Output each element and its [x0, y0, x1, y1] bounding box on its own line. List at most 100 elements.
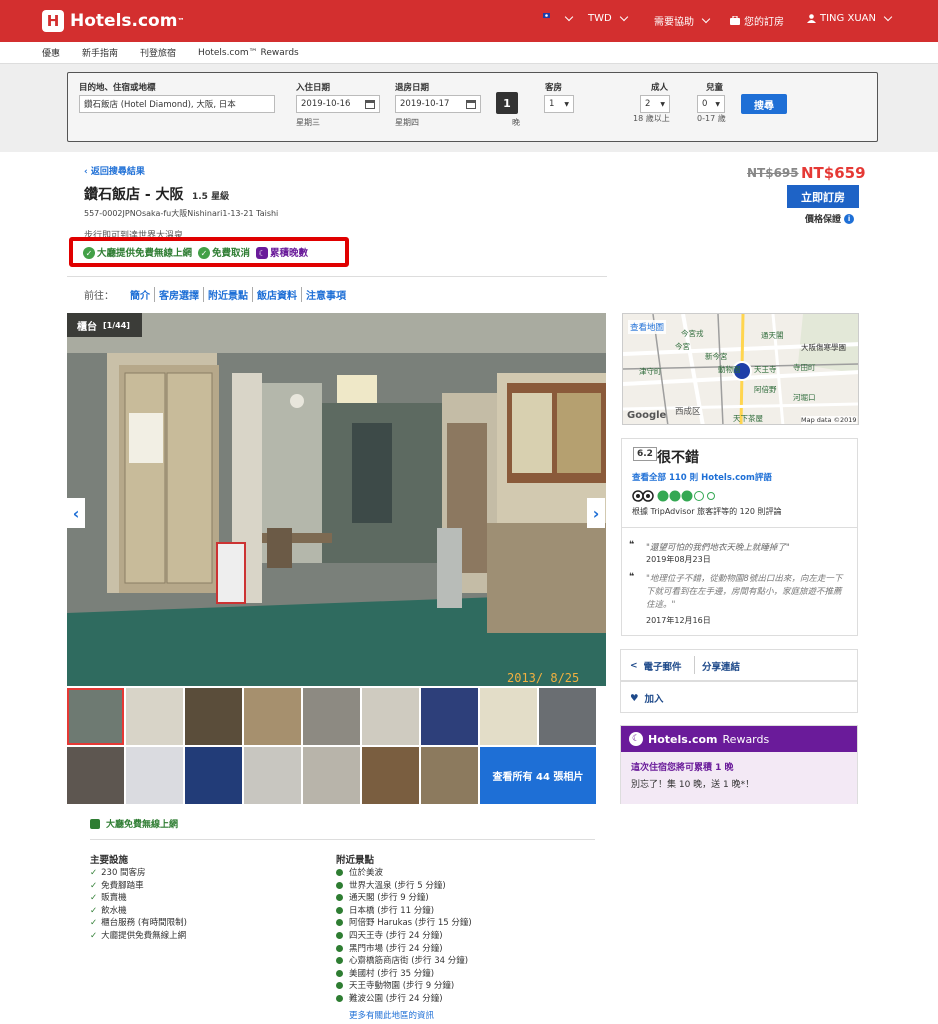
hotels-logo[interactable]: H Hotels.com ™ — [42, 9, 184, 33]
rewards-line1: 這次住宿您將可累積 1 晚 — [631, 763, 734, 773]
thumbnail[interactable] — [67, 688, 124, 745]
see-all-reviews-link[interactable]: 查看全部 110 則 Hotels.com評語 — [632, 471, 772, 483]
calendar-icon — [466, 100, 476, 109]
subnav-deals[interactable]: 優惠 — [42, 46, 60, 59]
email-share-button[interactable]: < 電子郵件 — [630, 659, 682, 673]
review-date: 2017年12月16日 — [646, 616, 711, 625]
thumbnail[interactable] — [126, 688, 183, 745]
add-favorite-button[interactable]: ♥ 加入 — [630, 691, 664, 706]
tab-overview[interactable]: 簡介 — [126, 287, 155, 302]
rooms-select[interactable]: 1 ▼ — [544, 95, 574, 113]
review-quote: "地理位子不錯，從動物園8號出口出來，向左走一下下就可看到在左手邊，房間有點小，… — [646, 574, 843, 610]
tab-nearby[interactable]: 附近景點 — [204, 287, 253, 302]
user-menu[interactable]: TING XUAN — [807, 12, 893, 24]
rating-circles-icon — [657, 490, 715, 502]
checkout-input[interactable]: 2019-10-17 — [395, 95, 481, 113]
tab-notices[interactable]: 注意事項 — [302, 287, 350, 302]
thumbnail[interactable] — [185, 688, 242, 745]
map-place: 今宮 — [675, 342, 690, 351]
sub-nav: 優惠 新手指南 刊登旅宿 Hotels.com™ Rewards — [0, 42, 938, 64]
suitcase-icon — [730, 16, 740, 25]
taiwan-flag-icon — [543, 13, 557, 23]
bullet-icon — [336, 931, 343, 939]
thumbnail[interactable] — [303, 747, 360, 804]
dropdown-icon: ▼ — [660, 100, 665, 108]
search-button[interactable]: 搜尋 — [741, 94, 787, 114]
book-now-button[interactable]: 立即訂房 — [787, 185, 859, 208]
language-selector[interactable] — [543, 12, 574, 23]
map-place: 天下茶屋 — [733, 414, 763, 423]
bullet-icon — [336, 982, 343, 990]
map-place: 寺田町 — [793, 363, 816, 372]
feature-nights: ☾ 累積晚數 — [256, 245, 308, 260]
check-icon: ✓ — [90, 905, 98, 916]
thumbnail[interactable] — [421, 747, 478, 804]
children-label: 兒童 — [706, 83, 724, 93]
share-link-button[interactable]: 分享連結 — [702, 659, 740, 673]
chevron-left-icon: ‹ — [72, 503, 80, 523]
thumbnail[interactable] — [244, 747, 301, 804]
map-place: 津守町 — [639, 367, 662, 376]
thumbnail[interactable] — [362, 688, 419, 745]
heart-icon: ♥ — [630, 692, 639, 704]
help-menu[interactable]: 需要協助 — [654, 13, 711, 28]
subnav-list-property[interactable]: 刊登旅宿 — [140, 46, 176, 59]
more-area-info-link[interactable]: 更多有關此地區的資訊 — [349, 1009, 434, 1021]
map-attribution: Map data ©2019 — [801, 416, 857, 424]
checkin-input[interactable]: 2019-10-16 — [296, 95, 380, 113]
subnav-guide[interactable]: 新手指南 — [82, 46, 118, 59]
thumbnail[interactable] — [539, 688, 596, 745]
bullet-icon — [336, 944, 343, 952]
children-select[interactable]: 0 ▼ — [697, 95, 725, 113]
view-all-photos-button[interactable]: 查看所有 44 張相片 — [480, 747, 596, 804]
thumbnail[interactable] — [421, 688, 478, 745]
hotel-address: 557-0002JPNOsaka-fu大阪Nishinari1-13-21 Ta… — [84, 209, 279, 218]
main-photo[interactable]: 2013/ 8/25 — [67, 313, 606, 686]
divider — [694, 656, 695, 674]
list-item: 日本橋 (步行 11 分鐘) — [336, 905, 472, 918]
subnav-rewards[interactable]: Hotels.com™ Rewards — [198, 48, 299, 58]
list-item: ✓ 櫃台服務 (有時間限制) — [90, 918, 187, 929]
list-item: 通天閣 (步行 9 分鐘) — [336, 892, 472, 905]
next-photo-button[interactable]: › — [587, 498, 605, 528]
map-place: 大阪傷寒學園 — [801, 343, 846, 352]
thumbnail[interactable] — [126, 747, 183, 804]
list-item: 難波公園 (步行 24 分鐘) — [336, 993, 472, 1006]
thumbnail[interactable] — [185, 747, 242, 804]
list-item: 阿倍野 Harukas (步行 15 分鐘) — [336, 917, 472, 930]
thumbnail[interactable] — [362, 747, 419, 804]
tripadvisor-owl-icon — [632, 490, 654, 502]
tab-rooms[interactable]: 客房選擇 — [155, 287, 204, 302]
chevron-down-icon — [701, 14, 711, 24]
price-guarantee[interactable]: 價格保證 i — [805, 212, 855, 225]
map-thumbnail[interactable]: 查看地圖 今宮戎 今宮 通天閣 大阪傷寒學園 新今宮 津守町 動物園 天王寺 寺… — [622, 313, 859, 425]
thumbnail[interactable] — [244, 688, 301, 745]
map-place: 新今宮 — [705, 352, 728, 361]
thumbnail[interactable] — [480, 688, 537, 745]
divider — [90, 839, 595, 840]
prev-photo-button[interactable]: ‹ — [67, 498, 85, 528]
hotels-h-icon: H — [42, 10, 64, 32]
check-icon: ✓ — [198, 247, 211, 260]
photo-caption: 櫃台 [1/44] — [67, 313, 142, 337]
tab-hotel-info[interactable]: 飯店資料 — [253, 287, 302, 302]
bullet-icon — [336, 906, 343, 914]
destination-input[interactable]: 鑽石飯店 (Hotel Diamond), 大阪, 日本 — [79, 95, 275, 113]
thumbnail[interactable] — [303, 688, 360, 745]
review-quote: "還望可怕的我們地衣天晚上就睡掉了" — [646, 543, 790, 553]
back-to-results-link[interactable]: ‹ 返回搜尋結果 — [84, 164, 145, 177]
currency-selector[interactable]: TWD — [588, 12, 628, 24]
bullet-icon — [336, 957, 343, 965]
adults-select[interactable]: 2 ▼ — [640, 95, 670, 113]
star-rating: 1.5 星級 — [192, 192, 230, 202]
review-score-text: 很不錯 — [657, 450, 699, 466]
check-icon: ✓ — [90, 918, 98, 929]
share-icon: < — [630, 661, 638, 671]
facilities-list: ✓ 230 間客房 ✓ 免費腳踏車 ✓ 販賣機 ✓ 飲水機 ✓ 櫃台服務 (有時間限制) … — [90, 867, 187, 943]
view-map-link[interactable]: 查看地圖 — [628, 320, 667, 334]
list-item: ✓ 免費腳踏車 — [90, 880, 144, 891]
thumbnail[interactable] — [67, 747, 124, 804]
wifi-icon — [90, 818, 100, 829]
bookings-link[interactable]: 您的訂房 — [730, 13, 784, 28]
calendar-icon — [365, 100, 375, 109]
